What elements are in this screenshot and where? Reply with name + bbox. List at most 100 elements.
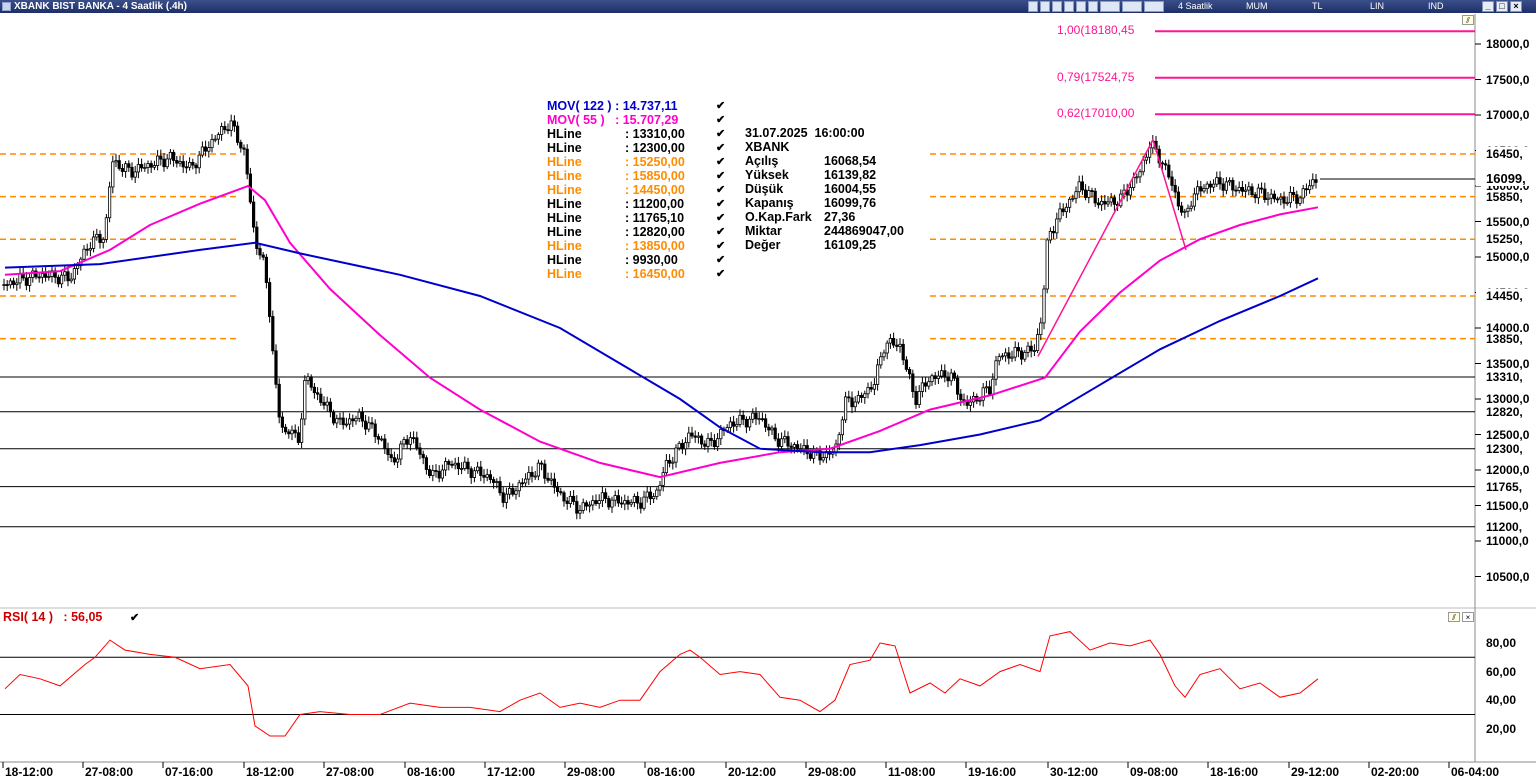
candle-body-25 [82, 248, 86, 260]
candle-body-322 [1032, 350, 1036, 352]
candle-body-330 [1058, 208, 1062, 220]
candle-body-145 [466, 461, 470, 470]
candle-body-270 [866, 387, 870, 395]
candle-body-297 [952, 372, 957, 379]
time-tick: 19-16:00 [968, 765, 1017, 779]
candle-body-40 [130, 166, 134, 178]
hline-legend-label: HLine [547, 169, 582, 183]
candle-body-154 [495, 481, 499, 483]
candle-body-38 [124, 163, 128, 172]
candle-body-301 [965, 401, 969, 406]
price-tick: 17000,0 [1486, 108, 1530, 122]
candle-body-72 [232, 120, 236, 127]
candle-body-62 [200, 146, 204, 156]
candle-body-219 [703, 443, 707, 447]
time-tick: 09-08:00 [1130, 765, 1179, 779]
candle-body-21 [69, 278, 73, 282]
candle-body-218 [700, 435, 704, 445]
candle-body-12 [40, 273, 45, 278]
candle-body-287 [920, 382, 925, 392]
chart-canvas[interactable] [0, 0, 1536, 782]
candle-body-337 [1080, 181, 1084, 191]
candle-body-106 [341, 417, 345, 426]
candle-body-143 [459, 468, 464, 470]
candle-body-1 [5, 284, 9, 286]
candle-body-135 [434, 470, 438, 472]
candle-body-19 [63, 271, 67, 276]
time-tick: 06-04:00 [1451, 765, 1500, 779]
bar-info-value: 27,36 [824, 210, 856, 224]
candle-body-159 [511, 488, 515, 495]
candle-body-377 [1208, 183, 1212, 188]
candle-body-298 [956, 377, 960, 395]
candle-body-75 [242, 147, 246, 150]
candle-body-197 [632, 496, 637, 503]
candle-body-352 [1128, 187, 1132, 196]
candle-body-371 [1189, 205, 1193, 209]
candle-body-150 [482, 475, 486, 478]
main-panel-options-icon[interactable]: ⫽ [1462, 15, 1474, 25]
candle-body-299 [959, 393, 963, 401]
candle-body-179 [575, 501, 579, 514]
candle-body-158 [507, 488, 512, 495]
time-tick: 27-08:00 [85, 765, 134, 779]
candle-body-146 [469, 468, 473, 478]
candle-body-315 [1010, 356, 1014, 359]
candle-body-60 [194, 164, 198, 169]
candle-body-208 [668, 459, 672, 464]
rsi-tick: 60,00 [1486, 664, 1517, 679]
candle-body-214 [687, 432, 691, 444]
candle-body-58 [187, 162, 192, 168]
candle-body-325 [1042, 288, 1046, 324]
mov55-label: MOV( 55 ) : 15.707,29 [547, 113, 679, 127]
candle-body-134 [431, 470, 435, 477]
candle-body-130 [418, 447, 422, 455]
bar-info-key: Yüksek [745, 168, 789, 182]
hline-legend-label: HLine [547, 141, 582, 155]
candle-body-326 [1045, 239, 1049, 290]
candle-body-175 [562, 492, 566, 502]
candle-body-161 [517, 482, 521, 492]
candle-body-84 [271, 316, 275, 352]
panel-close-icon[interactable]: × [1462, 612, 1474, 622]
candle-body-81 [261, 254, 265, 258]
candle-body-392 [1256, 187, 1260, 199]
candle-body-184 [591, 500, 595, 506]
candle-body-313 [1004, 352, 1008, 357]
time-tick: 30-12:00 [1050, 765, 1099, 779]
price-badge: 12820, [1476, 404, 1534, 419]
price-badge: 13850, [1476, 331, 1534, 346]
candle-body-32 [104, 217, 108, 240]
candle-body-338 [1084, 189, 1088, 198]
hline-legend-value: : 11765,10 [625, 211, 685, 225]
candle-body-181 [581, 502, 585, 511]
candle-body-339 [1087, 190, 1091, 198]
fib-label: 0,79(17524,75 [1057, 69, 1135, 84]
candle-body-266 [853, 401, 857, 408]
candle-body-381 [1221, 183, 1225, 191]
candle-body-105 [338, 417, 342, 420]
candle-body-126 [405, 439, 409, 445]
candle-body-123 [395, 458, 400, 463]
candle-body-232 [744, 418, 749, 428]
price-badge: 13310, [1476, 369, 1534, 384]
candle-body-317 [1016, 347, 1021, 352]
candle-body-103 [331, 411, 336, 424]
candle-body-305 [978, 399, 982, 402]
candle-body-193 [620, 502, 624, 505]
candle-body-90 [290, 429, 294, 435]
candle-body-28 [92, 236, 96, 249]
candle-body-203 [652, 496, 656, 500]
panel-options-icon[interactable]: ⫽ [1448, 612, 1460, 622]
candle-body-354 [1135, 176, 1139, 179]
candle-body-244 [783, 436, 787, 440]
candle-body-187 [600, 492, 605, 502]
candle-body-101 [325, 401, 329, 406]
candle-body-68 [219, 126, 224, 135]
price-badge: 12300, [1476, 441, 1534, 456]
candle-body-112 [360, 411, 365, 422]
candle-body-45 [146, 163, 150, 168]
hline-legend-value: : 12300,00 [625, 141, 685, 155]
price-tick: 12500,0 [1486, 427, 1530, 442]
candle-body-129 [415, 437, 419, 449]
